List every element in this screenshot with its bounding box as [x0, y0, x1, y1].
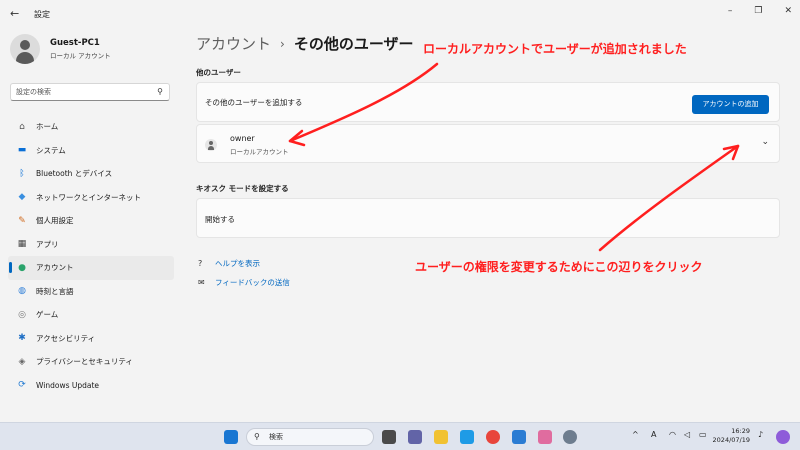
store-icon[interactable] — [512, 430, 526, 444]
sidebar-item-label: ホーム — [36, 122, 59, 132]
sidebar-item-label: Windows Update — [36, 380, 100, 390]
personalization-icon: ✎ — [18, 215, 26, 226]
sidebar-nav: ⌂ ホーム ▬ システム ᛒ Bluetooth とデバイス ◆ ネットワークとインターネット… — [8, 115, 174, 397]
file-explorer-icon[interactable] — [434, 430, 448, 444]
sidebar-item-accessibility[interactable]: ✱ アクセシビリティ — [8, 327, 174, 351]
teams-icon[interactable] — [408, 430, 422, 444]
window-title: 設定 — [34, 9, 50, 19]
clock-date: 2024/07/19 — [712, 436, 750, 444]
sidebar-item-privacy-shield[interactable]: ◈ プライバシーとセキュリティ — [8, 350, 174, 374]
wifi-icon[interactable]: ◠ — [669, 430, 676, 439]
other-users-heading: 他のユーザー — [196, 68, 241, 77]
sidebar-item-bluetooth[interactable]: ᛒ Bluetooth とデバイス — [8, 162, 174, 186]
owner-user-row[interactable]: owner ローカルアカウント ⌄ — [196, 124, 780, 163]
volume-icon[interactable]: ◁ — [684, 430, 690, 439]
time-language-icon: ◍ — [18, 286, 26, 297]
taskbar-clock[interactable]: 16:29 2024/07/19 — [713, 427, 750, 445]
kiosk-start-label: 開始する — [205, 215, 235, 224]
annotation-top: ローカルアカウントでユーザーが追加されました — [423, 42, 687, 56]
accessibility-icon: ✱ — [18, 333, 26, 344]
sidebar-item-apps[interactable]: ▦ アプリ — [8, 233, 174, 257]
sidebar-item-windows-update[interactable]: ⟳ Windows Update — [8, 374, 174, 398]
user-account-type: ローカル アカウント — [50, 52, 111, 60]
help-link[interactable]: ? ヘルプを表示 — [198, 258, 260, 269]
photos-icon[interactable] — [538, 430, 552, 444]
notification-bell-icon[interactable]: ♪ — [758, 430, 763, 439]
windows-update-icon: ⟳ — [18, 380, 26, 391]
user-profile[interactable]: Guest-PC1 ローカル アカウント — [10, 34, 111, 64]
sidebar-item-label: アカウント — [36, 263, 74, 273]
sidebar-item-label: ゲーム — [36, 310, 59, 320]
gaming-icon: ◎ — [18, 309, 26, 320]
sidebar-item-system[interactable]: ▬ システム — [8, 139, 174, 163]
sidebar-item-time-language[interactable]: ◍ 時刻と言語 — [8, 280, 174, 304]
search-icon: ⚲ — [254, 432, 260, 441]
back-arrow-icon[interactable]: ← — [10, 7, 24, 21]
apps-icon: ▦ — [17, 239, 27, 250]
owner-account-type: ローカルアカウント — [230, 148, 289, 156]
kiosk-card[interactable]: 開始する — [196, 198, 780, 238]
sidebar-item-label: 時刻と言語 — [36, 286, 74, 296]
feedback-icon: ✉ — [198, 278, 205, 287]
feedback-link-label: フィードバックの送信 — [215, 278, 290, 287]
battery-icon[interactable]: ▭ — [699, 430, 707, 439]
edge-icon[interactable] — [460, 430, 474, 444]
privacy-shield-icon: ◈ — [18, 356, 26, 367]
home-icon: ⌂ — [19, 121, 25, 132]
owner-name: owner — [230, 134, 255, 143]
sidebar-item-label: ネットワークとインターネット — [36, 192, 141, 202]
settings-window: ← 設定 – ❐ ✕ Guest-PC1 ローカル アカウント 設定の検索 ⚲ … — [0, 0, 800, 422]
breadcrumb: アカウント › その他のユーザー — [196, 33, 414, 54]
feedback-link[interactable]: ✉ フィードバックの送信 — [198, 277, 290, 288]
kiosk-heading: キオスク モードを設定する — [196, 184, 289, 193]
start-windows-icon[interactable] — [224, 430, 238, 444]
add-user-card: その他のユーザーを追加する アカウントの追加 — [196, 82, 780, 122]
user-icon — [205, 139, 217, 151]
help-icon: ? — [198, 259, 203, 268]
taskbar-search-label: 検索 — [269, 433, 283, 441]
window-controls: – ❐ ✕ — [728, 6, 792, 16]
account-icon: ● — [18, 262, 26, 273]
chevron-right-icon: › — [280, 36, 285, 51]
sidebar-item-label: アクセシビリティ — [36, 333, 96, 343]
system-icon: ▬ — [17, 145, 27, 156]
sidebar-item-label: プライバシーとセキュリティ — [36, 357, 133, 367]
sidebar-item-gaming[interactable]: ◎ ゲーム — [8, 303, 174, 327]
help-link-label: ヘルプを表示 — [215, 259, 260, 268]
add-account-button[interactable]: アカウントの追加 — [692, 95, 769, 114]
sidebar-item-network[interactable]: ◆ ネットワークとインターネット — [8, 186, 174, 210]
sidebar-item-label: アプリ — [36, 239, 59, 249]
ime-indicator[interactable]: A — [651, 430, 656, 439]
search-placeholder: 設定の検索 — [16, 88, 51, 96]
copilot-icon[interactable] — [776, 430, 790, 444]
title-bar: ← 設定 – ❐ ✕ — [0, 0, 800, 28]
user-name: Guest-PC1 — [50, 38, 100, 48]
taskbar-search[interactable]: ⚲ 検索 — [246, 428, 374, 446]
settings-gear-icon[interactable] — [563, 430, 577, 444]
clock-time: 16:29 — [731, 427, 750, 435]
sidebar-item-home[interactable]: ⌂ ホーム — [8, 115, 174, 139]
page-title: その他のユーザー — [293, 35, 414, 53]
settings-search-input[interactable]: 設定の検索 ⚲ — [10, 83, 170, 101]
task-view-icon[interactable] — [382, 430, 396, 444]
chevron-up-icon[interactable]: ^ — [632, 430, 639, 439]
search-icon: ⚲ — [157, 87, 163, 96]
minimize-icon[interactable]: – — [728, 6, 733, 16]
sidebar-item-label: システム — [36, 145, 66, 155]
annotation-bottom: ユーザーの権限を変更するためにこの辺りをクリック — [415, 260, 703, 274]
add-user-label: その他のユーザーを追加する — [205, 98, 303, 107]
close-icon[interactable]: ✕ — [784, 6, 792, 16]
chevron-down-icon[interactable]: ⌄ — [761, 137, 769, 147]
breadcrumb-parent[interactable]: アカウント — [196, 33, 271, 54]
avatar — [10, 34, 40, 64]
bluetooth-icon: ᛒ — [19, 168, 25, 179]
maximize-icon[interactable]: ❐ — [754, 6, 762, 16]
sidebar-item-account[interactable]: ● アカウント — [8, 256, 174, 280]
network-icon: ◆ — [18, 192, 26, 203]
sidebar-item-label: 個人用設定 — [36, 216, 74, 226]
taskbar: ⚲ 検索 ^ A ◠ ◁ ▭ 16:29 2024/07/19 ♪ — [0, 422, 800, 450]
sidebar-item-label: Bluetooth とデバイス — [36, 169, 113, 179]
sidebar-item-personalization[interactable]: ✎ 個人用設定 — [8, 209, 174, 233]
chrome-icon[interactable] — [486, 430, 500, 444]
